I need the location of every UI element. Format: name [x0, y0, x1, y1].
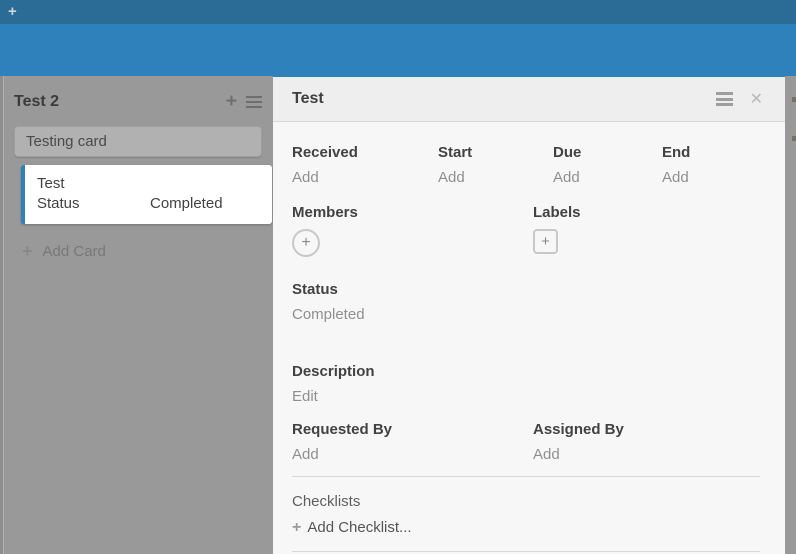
due-add-link[interactable]: Add	[553, 170, 662, 185]
section-divider	[292, 551, 760, 552]
hidden-list-peek	[792, 97, 796, 102]
hidden-list-peek	[792, 136, 796, 141]
requested-by-label: Requested By	[292, 421, 533, 439]
due-label: Due	[553, 144, 662, 162]
board-header-bar	[0, 24, 796, 76]
start-add-link[interactable]: Add	[438, 170, 553, 185]
labels-label: Labels	[533, 204, 760, 222]
description-field: Description Edit	[292, 363, 760, 404]
description-edit-link[interactable]: Edit	[292, 389, 760, 404]
add-card-button[interactable]: + Add Card	[22, 242, 106, 260]
list-title: Test 2	[14, 93, 226, 111]
description-label: Description	[292, 363, 760, 381]
close-icon[interactable]: ✕	[750, 89, 763, 109]
list-add-card-icon[interactable]: +	[226, 92, 237, 112]
checklists-section: Checklists + Add Checklist...	[292, 493, 760, 536]
add-label-button[interactable]: +	[533, 229, 558, 254]
members-label: Members	[292, 204, 533, 222]
card-custom-field: Status Completed	[37, 194, 272, 214]
end-date-field: End Add	[662, 144, 760, 185]
plus-icon: +	[292, 520, 301, 536]
plus-icon: +	[22, 242, 33, 260]
add-checklist-label: Add Checklist...	[307, 519, 411, 536]
requested-by-field: Requested By Add	[292, 421, 533, 462]
start-label: Start	[438, 144, 553, 162]
received-add-link[interactable]: Add	[292, 170, 438, 185]
members-field: Members +	[292, 204, 533, 257]
start-date-field: Start Add	[438, 144, 553, 185]
card-title: Test	[37, 174, 272, 194]
assigned-by-label: Assigned By	[533, 421, 760, 439]
status-field: Status Completed	[292, 281, 760, 322]
end-add-link[interactable]: Add	[662, 170, 760, 185]
top-nav-bar: +	[0, 0, 796, 24]
card-test[interactable]: Test Status Completed	[21, 165, 272, 224]
new-card-input[interactable]	[14, 126, 262, 157]
card-field-value: Completed	[150, 194, 223, 214]
dates-row: Received Add Start Add Due Add End Add	[292, 144, 760, 185]
add-member-button[interactable]: +	[292, 229, 320, 257]
list-header: Test 2 +	[14, 90, 262, 114]
end-label: End	[662, 144, 760, 162]
card-detail-header: Test ✕	[273, 77, 785, 122]
members-labels-row: Members + Labels +	[292, 204, 760, 257]
card-detail-title: Test	[292, 90, 716, 108]
card-detail-panel: Test ✕ Received Add Start Add Due Add En…	[273, 75, 785, 554]
requested-assigned-row: Requested By Add Assigned By Add	[292, 421, 760, 462]
labels-field: Labels +	[533, 204, 760, 257]
add-card-label: Add Card	[43, 243, 106, 260]
checklists-label: Checklists	[292, 493, 760, 511]
received-label: Received	[292, 144, 438, 162]
add-board-icon[interactable]: +	[8, 3, 17, 21]
assigned-by-add-link[interactable]: Add	[533, 447, 760, 462]
list-menu-icon[interactable]	[246, 93, 262, 111]
card-detail-body: Received Add Start Add Due Add End Add M…	[273, 144, 785, 552]
swimlane-edge-line	[3, 76, 4, 554]
received-date-field: Received Add	[292, 144, 438, 185]
status-value: Completed	[292, 307, 760, 322]
section-divider	[292, 476, 760, 477]
requested-by-add-link[interactable]: Add	[292, 447, 533, 462]
add-checklist-button[interactable]: + Add Checklist...	[292, 519, 760, 536]
card-field-label: Status	[37, 194, 150, 214]
due-date-field: Due Add	[553, 144, 662, 185]
card-menu-icon[interactable]	[716, 90, 733, 109]
status-label: Status	[292, 281, 760, 299]
assigned-by-field: Assigned By Add	[533, 421, 760, 462]
